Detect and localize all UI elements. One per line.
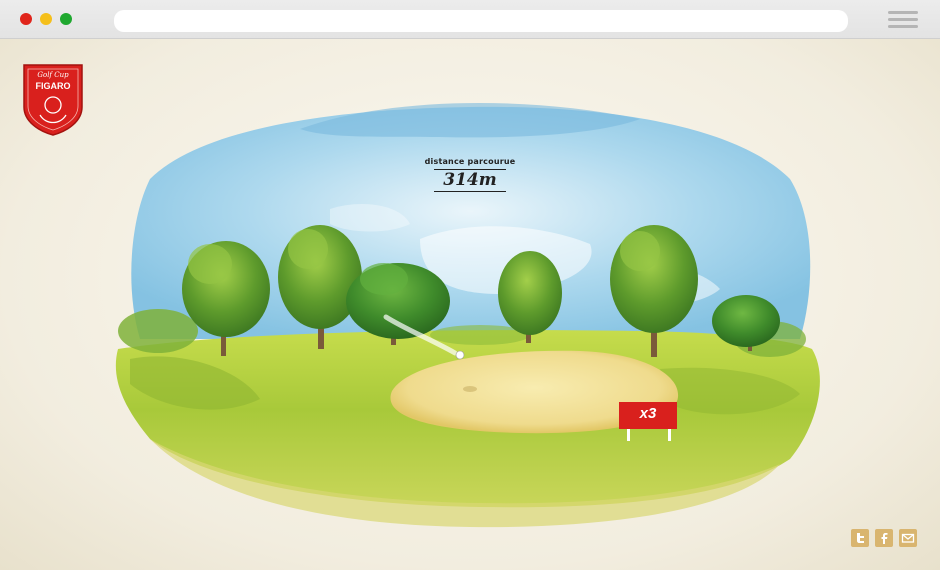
distance-value: 314m [443,170,497,190]
golf-course-scene[interactable] [0,39,940,570]
distance-divider [434,191,506,192]
golf-cup-figaro-logo[interactable]: Golf Cup FIGARO [22,63,84,137]
facebook-icon [881,533,888,544]
logo-script-text: Golf Cup [37,71,69,79]
maximize-window-button[interactable] [60,13,72,25]
mail-icon [901,533,915,543]
minimize-window-button[interactable] [40,13,52,25]
facebook-share-button[interactable] [875,529,893,547]
distance-label: distance parcourue [424,157,516,166]
email-share-button[interactable] [899,529,917,547]
distance-display: distance parcourue 314m [410,157,530,192]
close-window-button[interactable] [20,13,32,25]
twitter-icon [857,533,864,543]
hamburger-menu-icon[interactable] [888,11,918,29]
twitter-share-button[interactable] [851,529,869,547]
golf-ball [455,350,465,360]
logo-name-text: FIGARO [35,81,71,91]
browser-window: Golf Cup FIGARO distance parcourue 314m … [0,0,940,570]
game-viewport[interactable]: Golf Cup FIGARO distance parcourue 314m … [0,39,940,570]
address-bar[interactable] [114,10,848,32]
browser-toolbar [0,0,940,39]
